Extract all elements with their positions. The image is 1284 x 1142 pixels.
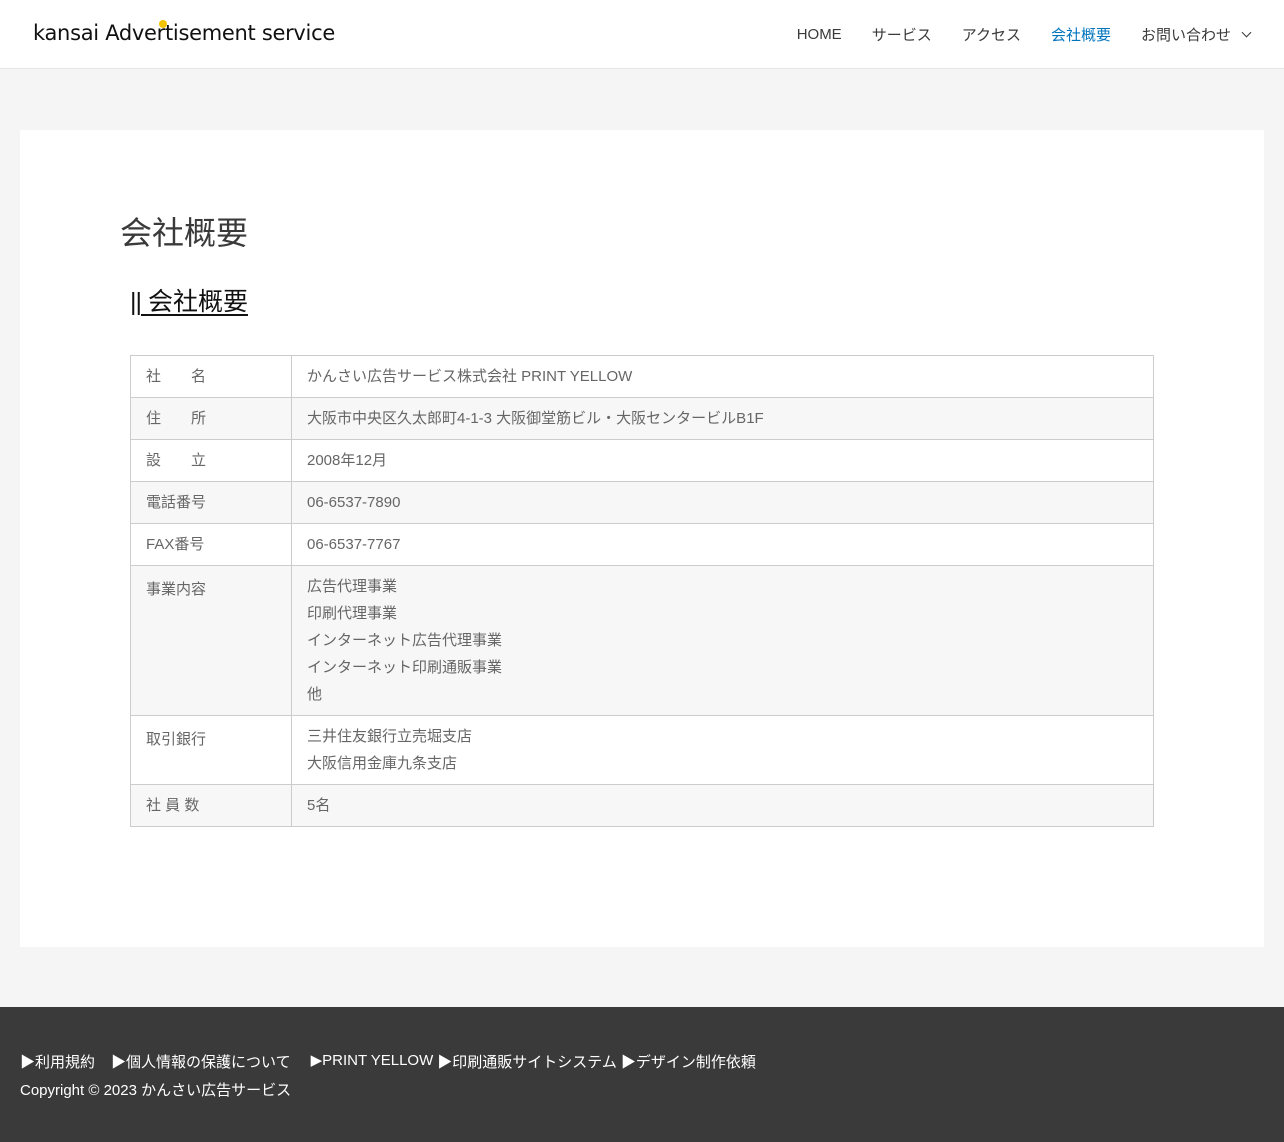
footer-link-terms[interactable]: ▶利用規約 (20, 1051, 95, 1072)
table-row: 事業内容 広告代理事業 印刷代理事業 インターネット広告代理事業 インターネット… (130, 565, 1154, 716)
table-row: 社 名 かんさい広告サービス株式会社 PRINT YELLOW (130, 355, 1154, 398)
row-value: 大阪市中央区久太郎町4-1-3 大阪御堂筋ビル・大阪センタービルB1F (291, 397, 1154, 440)
company-info-table: 社 名 かんさい広告サービス株式会社 PRINT YELLOW 住 所 大阪市中… (130, 355, 1154, 827)
site-footer: ▶利用規約 ▶個人情報の保護について ▶PRINT YELLOW ▶印刷通販サイ… (0, 1007, 1284, 1142)
table-row: 電話番号 06-6537-7890 (130, 481, 1154, 524)
nav-item-label: 会社概要 (1050, 27, 1111, 44)
nav-item-label: アクセス (961, 27, 1021, 44)
site-header: kansai Advertisement service HOME サービス ア… (0, 0, 1284, 69)
logo-text: kansai Advertisement service (33, 21, 335, 45)
nav-item-label: お問い合わせ (1140, 27, 1231, 44)
table-row: 住 所 大阪市中央区久太郎町4-1-3 大阪御堂筋ビル・大阪センタービルB1F (130, 397, 1154, 440)
row-label: 電話番号 (130, 481, 292, 524)
row-value-line: 大阪信用金庫九条支店 (307, 755, 458, 772)
footer-link-print-system[interactable]: ▶印刷通販サイトシステム (437, 1051, 617, 1072)
table-row: FAX番号 06-6537-7767 (130, 523, 1154, 566)
row-label: 取引銀行 (130, 715, 292, 785)
row-value: 06-6537-7767 (291, 523, 1154, 566)
content-card: 会社概要 || 会社概要 社 名 かんさい広告サービス株式会社 PRINT YE… (20, 130, 1264, 947)
row-value: 広告代理事業 印刷代理事業 インターネット広告代理事業 インターネット印刷通販事… (291, 565, 1154, 716)
footer-link-print-yellow[interactable]: ▶PRINT YELLOW (311, 1051, 434, 1072)
row-label: 設 立 (130, 439, 292, 482)
row-value-line: インターネット広告代理事業 (307, 632, 503, 649)
row-value: かんさい広告サービス株式会社 PRINT YELLOW (291, 355, 1154, 398)
row-value: 06-6537-7890 (291, 481, 1154, 524)
row-value: 2008年12月 (291, 439, 1154, 482)
row-label: 社 員 数 (130, 784, 292, 827)
main-nav: HOME サービス アクセス 会社概要 お問い合わせ (767, 0, 1252, 69)
row-value-line: 三井住友銀行立売堀支店 (307, 728, 473, 745)
section-heading-text: 会社概要 (147, 288, 248, 316)
nav-item-access[interactable]: アクセス (962, 24, 1021, 45)
row-value-line: 他 (307, 686, 323, 703)
copyright: Copyright © 2023 かんさい広告サービス (20, 1082, 292, 1099)
row-value: 5名 (291, 784, 1154, 827)
nav-item-service[interactable]: サービス (872, 24, 932, 45)
nav-item-contact[interactable]: お問い合わせ (1140, 24, 1252, 45)
site-logo[interactable]: kansai Advertisement service (33, 18, 335, 48)
table-row: 取引銀行 三井住友銀行立売堀支店 大阪信用金庫九条支店 (130, 715, 1154, 785)
chevron-down-icon[interactable] (1241, 27, 1252, 37)
section-heading-bars: || (130, 288, 142, 316)
footer-links: ▶利用規約 ▶個人情報の保護について ▶PRINT YELLOW ▶印刷通販サイ… (20, 1051, 756, 1072)
footer-link-privacy[interactable]: ▶個人情報の保護について (111, 1051, 291, 1072)
row-label: 住 所 (130, 397, 292, 440)
row-label: FAX番号 (130, 523, 292, 566)
row-value-line: 印刷代理事業 (307, 605, 398, 622)
nav-item-home[interactable]: HOME (797, 26, 842, 43)
row-label: 事業内容 (130, 565, 292, 716)
row-label: 社 名 (130, 355, 292, 398)
nav-item-label: HOME (796, 26, 842, 43)
section-heading: || 会社概要 (130, 282, 248, 318)
nav-item-company[interactable]: 会社概要 (1051, 24, 1111, 45)
row-value-line: インターネット印刷通販事業 (307, 659, 503, 676)
page-title: 会社概要 (120, 215, 249, 251)
row-value: 三井住友銀行立売堀支店 大阪信用金庫九条支店 (291, 715, 1154, 785)
logo-dot-icon (159, 20, 167, 28)
row-value-line: 広告代理事業 (307, 578, 398, 595)
footer-link-design-request[interactable]: ▶デザイン制作依頼 (621, 1051, 756, 1072)
table-row: 社 員 数 5名 (130, 784, 1154, 827)
nav-item-label: サービス (871, 27, 932, 44)
table-row: 設 立 2008年12月 (130, 439, 1154, 482)
